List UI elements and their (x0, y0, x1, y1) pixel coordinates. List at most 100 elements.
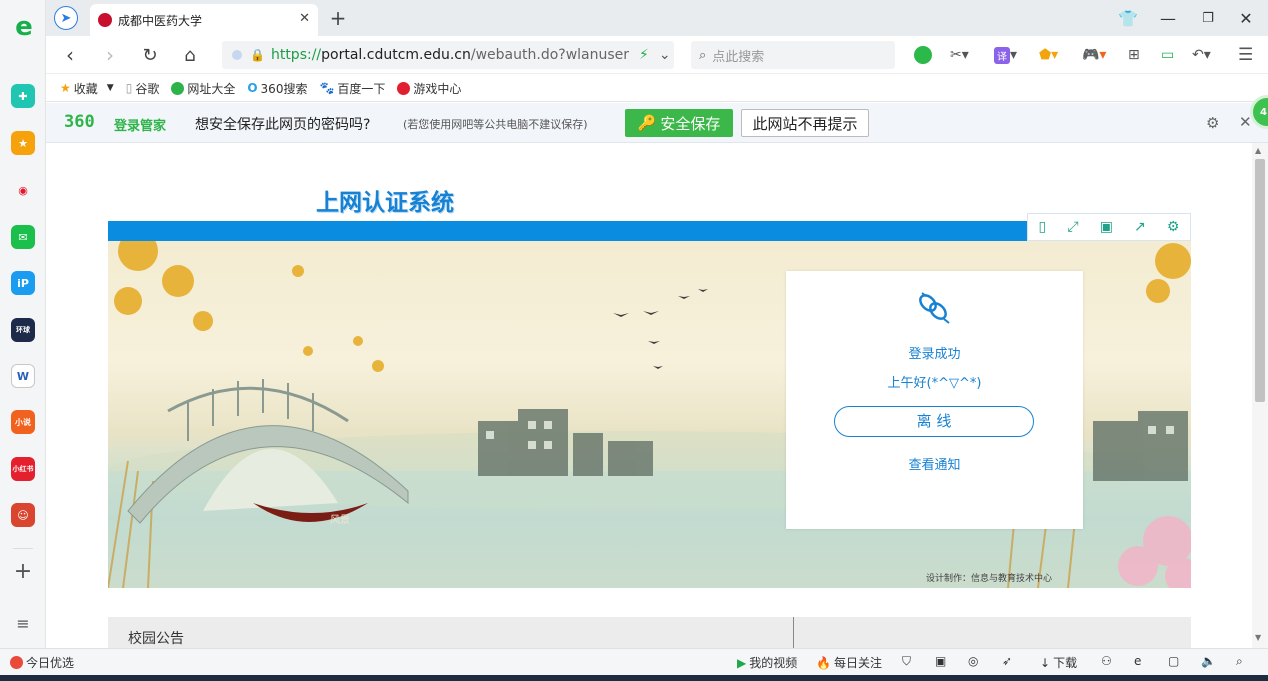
design-credit: 设计制作：信息与教育技术中心 (926, 574, 1053, 584)
skin-icon[interactable]: 👕 (1116, 6, 1140, 30)
rocket-icon[interactable]: ➶ (1002, 654, 1012, 668)
save-question: 想安全保存此网页的密码吗? (195, 117, 371, 133)
main-menu-icon[interactable]: ☰ (1238, 45, 1253, 65)
key-icon: 🔑 (637, 114, 657, 132)
menu-list-icon[interactable]: ≡ (13, 614, 33, 634)
view-notice-link[interactable]: 查看通知 (786, 454, 1083, 473)
share-icon[interactable]: ↗ (1134, 219, 1146, 235)
address-input[interactable]: 🔒 https:// portal.cdutcm.edu.cn /webauth… (222, 41, 674, 69)
bar-settings-icon[interactable]: ⚙ (1206, 114, 1219, 132)
logout-button[interactable]: 离 线 (834, 406, 1034, 437)
tab-bar: ➤ 成都中医药大学 ✕ + 👕 — ❐ ✕ (46, 0, 1268, 36)
password-save-bar: 360 登录管家 想安全保存此网页的密码吗? (若您使用网吧等公共电脑不建议保存… (46, 95, 1268, 143)
daily-picks-button[interactable]: 今日优选 (10, 654, 74, 671)
mail-icon[interactable]: ✉ (11, 225, 35, 249)
forward-button[interactable]: › (98, 43, 122, 67)
video-icon: ▶ (737, 655, 747, 670)
scroll-thumb[interactable] (1255, 159, 1265, 402)
announcement-divider (793, 617, 794, 648)
search-input[interactable]: ⌕ 点此搜索 (691, 41, 895, 69)
nav-icon (171, 81, 185, 95)
side-panel: e ✚ ★ ◉ ✉ iP 环球 W 小说 小红书 ☺ + ≡ (0, 0, 46, 648)
tablet-icon[interactable]: ▯ (1039, 219, 1047, 235)
url-dropdown-icon[interactable]: ⌄ (659, 47, 671, 63)
zoom-icon[interactable]: ⌕ (1236, 654, 1243, 669)
back-button[interactable]: ‹ (58, 43, 82, 67)
page-scrollbar[interactable]: ▲ ▼ (1252, 143, 1268, 648)
translate-icon[interactable]: 译 ▾ (994, 45, 1017, 65)
360-search-icon: O (247, 81, 258, 95)
lock-icon: 🔒 (250, 48, 265, 62)
gear-icon[interactable]: ⚙ (1167, 219, 1180, 235)
bookmark-baidu[interactable]: 🐾 百度一下 (319, 80, 385, 97)
window-icon[interactable]: ▢ (1168, 654, 1179, 668)
new-tab-button[interactable]: + (326, 6, 350, 30)
battery-icon[interactable]: ▭ (1161, 45, 1174, 65)
tab-active[interactable]: 成都中医药大学 ✕ (90, 4, 318, 36)
announcement-heading: 校园公告 (128, 631, 184, 647)
flame-icon: 🔥 (816, 655, 831, 670)
ie-logo-icon[interactable]: e (11, 14, 37, 40)
scissors-icon[interactable]: ✂▾ (950, 45, 969, 65)
page-title: 上网认证系统 (316, 190, 454, 216)
url-scheme: https:// (270, 47, 322, 63)
undo-icon[interactable]: ↶▾ (1192, 45, 1211, 65)
bookmark-google[interactable]: ▯ 谷歌 (126, 80, 160, 97)
url-host: portal.cdutcm.edu.cn (321, 47, 471, 63)
plus-app-icon[interactable]: ✚ (11, 84, 35, 108)
speed-icon[interactable]: ◎ (968, 654, 978, 668)
novel-app-icon[interactable]: 小说 (11, 410, 35, 434)
word-doc-icon[interactable]: W (11, 364, 35, 388)
site-info-icon[interactable] (232, 50, 242, 60)
os-taskbar (0, 675, 1268, 681)
save-disk-icon[interactable]: ▣ (1100, 219, 1113, 235)
shield-status-icon[interactable]: ⛉ (902, 654, 911, 669)
flash-icon[interactable]: ⚡ (639, 47, 649, 63)
my-video-button[interactable]: ▶ 我的视频 (737, 654, 797, 671)
login-status-card: 登录成功 上午好(*^▽^*) 离 线 查看通知 (786, 271, 1083, 529)
home-button[interactable]: ⌂ (178, 43, 202, 67)
bookmark-label: 谷歌 (135, 81, 160, 96)
search-placeholder: 点此搜索 (712, 49, 765, 65)
favorite-app-icon[interactable]: ★ (11, 131, 35, 155)
image-icon[interactable]: ▣ (935, 654, 946, 668)
brand-360: 360 (64, 112, 95, 132)
refresh-button[interactable]: ↻ (138, 43, 162, 67)
ip-app-icon[interactable]: iP (11, 271, 35, 295)
ie-mode-icon[interactable]: e (1134, 654, 1141, 668)
never-remind-button[interactable]: 此网站不再提示 (741, 109, 869, 137)
cdutcm-favicon-icon (98, 13, 112, 27)
status-bar: 今日优选 ▶ 我的视频 🔥 每日关注 ⛉ ▣ ◎ ➶ ↓ 下载 ⚇ e ▢ 🔈 … (0, 648, 1268, 675)
scroll-down-icon[interactable]: ▼ (1255, 633, 1261, 642)
add-app-icon[interactable]: + (13, 560, 33, 584)
tab-close-icon[interactable]: ✕ (299, 11, 310, 26)
nav-compass-icon[interactable]: ➤ (54, 6, 78, 30)
game-app-icon[interactable]: ☺ (11, 503, 35, 527)
incognito-icon[interactable]: ⚇ (1101, 654, 1112, 668)
volume-icon[interactable]: 🔈 (1201, 654, 1216, 668)
redbook-app-icon[interactable]: 小红书 (11, 457, 35, 481)
news-app-icon[interactable]: 环球 (11, 318, 35, 342)
web-page: 上网认证系统 ▯ ⤢ ▣ ↗ ⚙ 风景 设计制作：信息与教育技术中心 登录成功 … (46, 143, 1252, 648)
secure-save-button[interactable]: 🔑 安全保存 (625, 109, 733, 137)
apps-grid-icon[interactable]: ⊞ (1128, 45, 1140, 65)
media-tool-panel: ▯ ⤢ ▣ ↗ ⚙ (1027, 213, 1191, 241)
url-path: /webauth.do?wlanuser (470, 47, 630, 63)
minimize-button[interactable]: — (1156, 6, 1180, 30)
close-window-button[interactable]: ✕ (1234, 6, 1258, 30)
bookmark-favorites[interactable]: ★ 收藏 ▼ (60, 80, 114, 97)
heart-icon (10, 656, 23, 669)
gamepad-icon[interactable]: 🎮▾ (1082, 45, 1106, 65)
bookmark-url-directory[interactable]: 网址大全 (171, 80, 235, 97)
bookmark-game-center[interactable]: 游戏中心 (397, 80, 461, 97)
restore-button[interactable]: ❐ (1196, 6, 1220, 30)
bookmark-360-search[interactable]: O 360搜索 (247, 80, 307, 97)
daily-follow-button[interactable]: 🔥 每日关注 (816, 654, 882, 671)
shield-coin-icon[interactable]: ⬟▾ (1039, 45, 1058, 65)
expand-icon[interactable]: ⤢ (1067, 219, 1078, 235)
save-label: 安全保存 (660, 114, 721, 133)
scroll-up-icon[interactable]: ▲ (1255, 146, 1261, 155)
wechat-icon[interactable] (914, 45, 932, 65)
download-button[interactable]: ↓ 下载 (1040, 654, 1077, 671)
weibo-icon[interactable]: ◉ (11, 178, 35, 202)
